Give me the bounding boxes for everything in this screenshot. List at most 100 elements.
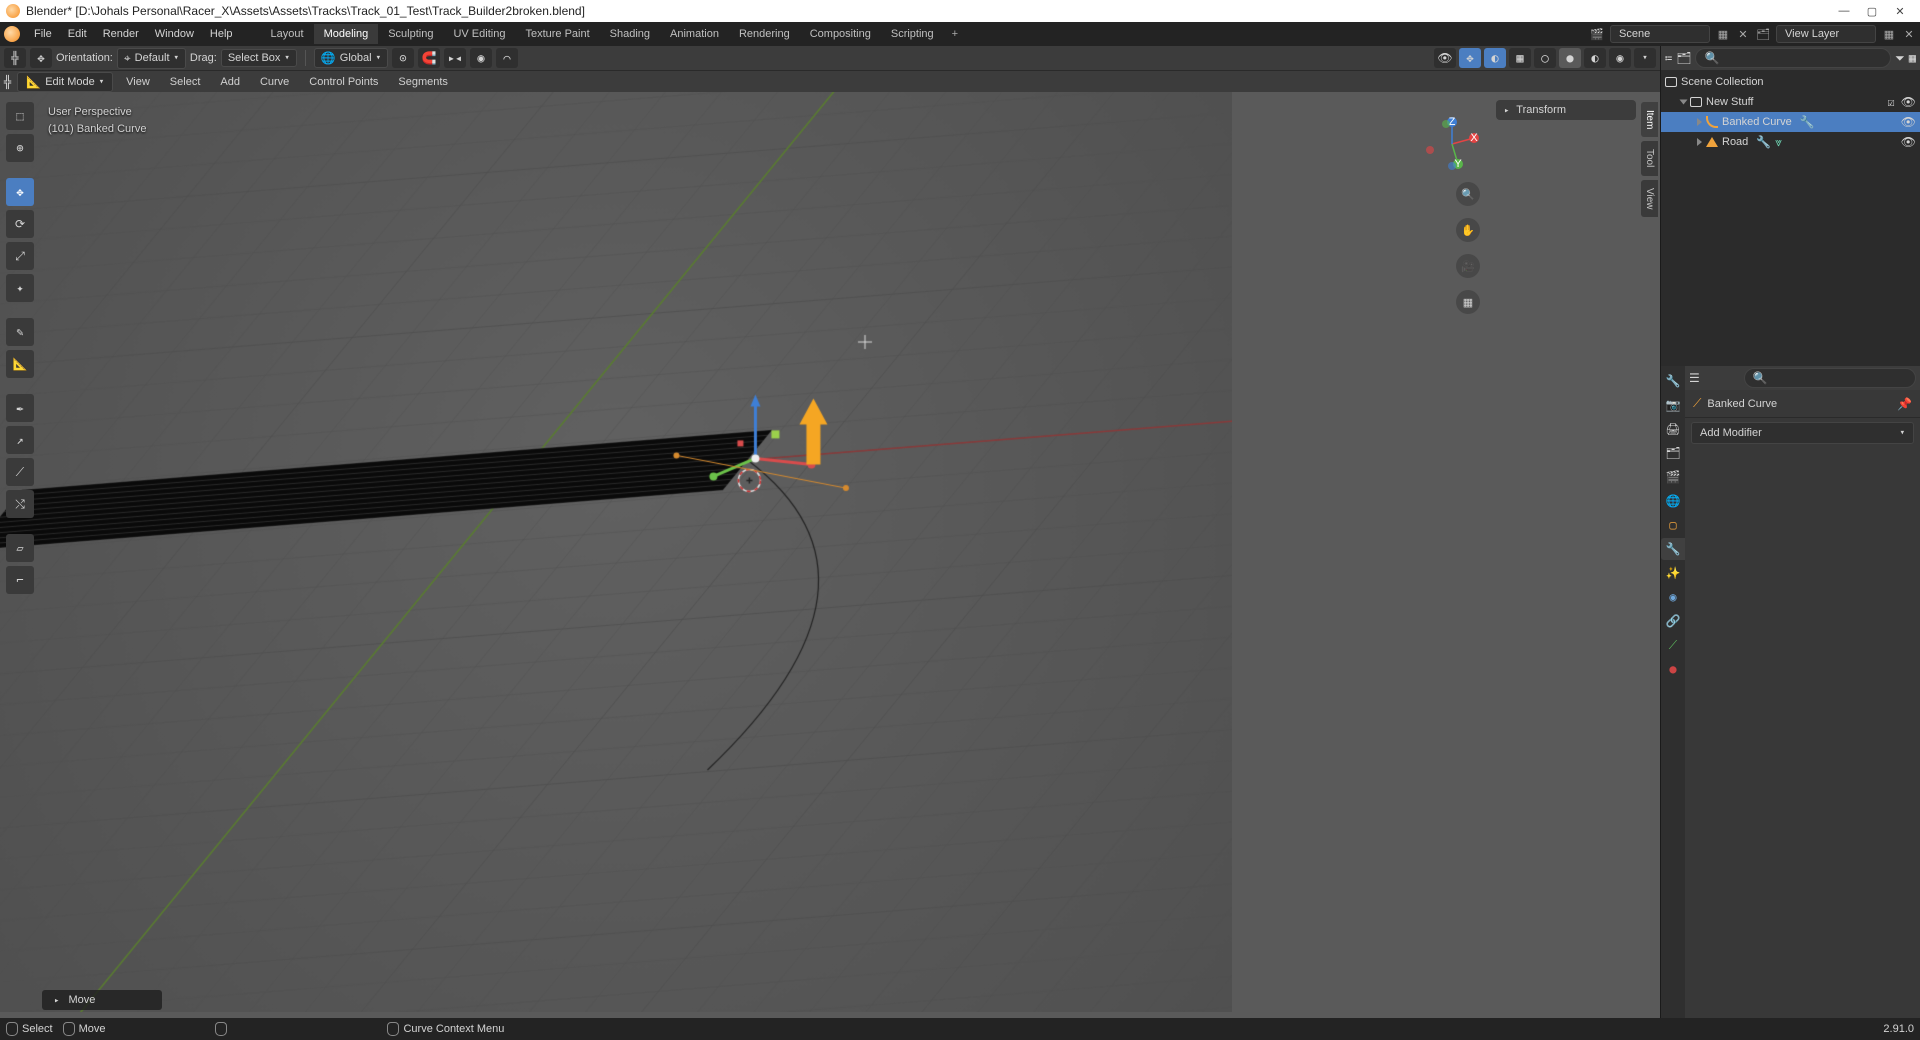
prop-tab-particles[interactable]: ✨ (1661, 562, 1685, 584)
object-row-banked-curve[interactable]: Banked Curve 🔧 👁 (1661, 112, 1920, 132)
prop-tab-scene[interactable]: 🎬 (1661, 466, 1685, 488)
curve-menu[interactable]: Curve (253, 73, 296, 91)
move-tool[interactable]: ✥ (6, 178, 34, 206)
pivot-dropdown[interactable]: ⊙ (392, 48, 414, 68)
tab-rendering[interactable]: Rendering (729, 24, 800, 44)
prop-tab-tool[interactable]: 🔧 (1661, 370, 1685, 392)
proportional-edit-toggle[interactable]: ◉ (470, 48, 492, 68)
viewlayer-delete-button[interactable]: ✕ (1902, 27, 1916, 41)
n-tab-tool[interactable]: Tool (1641, 141, 1658, 175)
scene-delete-button[interactable]: ✕ (1736, 27, 1750, 41)
select-menu[interactable]: Select (163, 73, 208, 91)
exclude-checkbox[interactable]: ☑ (1888, 95, 1895, 109)
hide-toggle[interactable]: 👁 (1901, 135, 1916, 149)
prop-tab-modifiers[interactable]: 🔧 (1661, 538, 1685, 560)
overlays-toggle[interactable]: ◐ (1484, 48, 1506, 68)
chevron-right-icon[interactable] (1697, 118, 1702, 126)
zoom-icon[interactable]: 🔍 (1456, 182, 1480, 206)
tab-layout[interactable]: Layout (261, 24, 314, 44)
camera-view-icon[interactable]: 🎥 (1456, 254, 1480, 278)
tab-sculpting[interactable]: Sculpting (378, 24, 443, 44)
scene-selector[interactable]: Scene (1610, 25, 1710, 43)
menu-help[interactable]: Help (202, 24, 241, 44)
shading-rendered[interactable]: ◉ (1609, 48, 1631, 68)
cursor-tool[interactable]: ⊕ (6, 134, 34, 162)
outliner-type-dropdown[interactable]: ≔ (1665, 51, 1672, 65)
viewlayer-selector[interactable]: View Layer (1776, 25, 1876, 43)
annotate-tool[interactable]: ✎ (6, 318, 34, 346)
chevron-right-icon[interactable] (1697, 138, 1702, 146)
tilt-tool[interactable]: ⤭ (6, 490, 34, 518)
transform-orientation-dropdown[interactable]: 🌐Global▾ (314, 48, 388, 68)
orientation-dropdown[interactable]: ⌖Default▾ (117, 48, 186, 69)
tab-modeling[interactable]: Modeling (314, 24, 379, 44)
tab-shading[interactable]: Shading (600, 24, 660, 44)
segments-menu[interactable]: Segments (391, 73, 455, 91)
scale-tool[interactable]: ⤢ (6, 242, 34, 270)
randomize-tool[interactable]: ⌐ (6, 566, 34, 594)
scene-collection-row[interactable]: Scene Collection (1661, 72, 1920, 92)
tab-animation[interactable]: Animation (660, 24, 729, 44)
menu-render[interactable]: Render (95, 24, 147, 44)
outliner-display-mode[interactable]: 🗂 (1676, 51, 1691, 65)
menu-file[interactable]: File (26, 24, 60, 44)
axis-gizmo[interactable]: X Y Z (1424, 116, 1480, 172)
window-maximize-button[interactable]: ▢ (1858, 2, 1886, 20)
extrude-tool[interactable]: ↗ (6, 426, 34, 454)
prop-tab-output[interactable]: 🖨 (1661, 418, 1685, 440)
gizmo-toggle[interactable]: ✥ (1459, 48, 1481, 68)
pan-icon[interactable]: ✋ (1456, 218, 1480, 242)
prop-tab-render[interactable]: 📷 (1661, 394, 1685, 416)
3d-viewport[interactable]: User Perspective (101) Banked Curve ⬚ ⊕ … (0, 92, 1660, 1018)
object-visibility-dropdown[interactable]: 👁 (1434, 48, 1456, 68)
last-operator-panel[interactable]: ▸ Move (42, 990, 162, 1010)
outliner-filter-button[interactable]: ⏷ (1895, 51, 1905, 66)
editor-type-icon[interactable]: ╬ (4, 75, 11, 89)
chevron-down-icon[interactable] (1680, 100, 1688, 105)
properties-search[interactable]: 🔍 (1744, 368, 1916, 388)
viewlayer-new-button[interactable]: ▦ (1882, 27, 1896, 41)
tab-texture-paint[interactable]: Texture Paint (515, 24, 599, 44)
prop-tab-world[interactable]: 🌐 (1661, 490, 1685, 512)
xray-toggle[interactable]: ▦ (1509, 48, 1531, 68)
ortho-toggle-icon[interactable]: ▦ (1456, 290, 1480, 314)
hide-toggle[interactable]: 👁 (1901, 115, 1916, 129)
prop-tab-constraints[interactable]: 🔗 (1661, 610, 1685, 632)
add-modifier-dropdown[interactable]: Add Modifier ▾ (1691, 422, 1914, 444)
n-tab-view[interactable]: View (1641, 180, 1658, 218)
transform-tool[interactable]: ✦ (6, 274, 34, 302)
shading-solid[interactable]: ● (1559, 48, 1581, 68)
outliner-new-collection[interactable]: ▦ (1909, 51, 1916, 65)
pin-icon[interactable]: 📌 (1897, 397, 1912, 411)
proportional-falloff-dropdown[interactable]: ⌒ (496, 48, 518, 68)
collection-row[interactable]: New Stuff ☑ 👁 (1661, 92, 1920, 112)
shading-dropdown[interactable]: ▾ (1634, 48, 1656, 68)
snap-type-dropdown[interactable]: ▸◂ (444, 48, 466, 68)
hide-toggle[interactable]: 👁 (1901, 95, 1916, 109)
scene-new-button[interactable]: ▦ (1716, 27, 1730, 41)
tab-compositing[interactable]: Compositing (800, 24, 881, 44)
add-menu[interactable]: Add (213, 73, 247, 91)
tab-scripting[interactable]: Scripting (881, 24, 944, 44)
prop-tab-material[interactable]: ● (1661, 658, 1685, 680)
drag-dropdown[interactable]: Select Box▾ (221, 49, 297, 67)
n-panel[interactable]: ▸ Transform (1496, 100, 1636, 120)
draw-tool[interactable]: ✒ (6, 394, 34, 422)
tab-uv-editing[interactable]: UV Editing (443, 24, 515, 44)
rotate-tool[interactable]: ⟳ (6, 210, 34, 238)
mode-dropdown[interactable]: 📐 Edit Mode ▾ (17, 72, 113, 92)
shading-wireframe[interactable]: ◯ (1534, 48, 1556, 68)
shading-matpreview[interactable]: ◐ (1584, 48, 1606, 68)
outliner-search[interactable]: 🔍 (1695, 48, 1891, 68)
control-points-menu[interactable]: Control Points (302, 73, 385, 91)
radius-tool[interactable]: ⟋ (6, 458, 34, 486)
n-tab-item[interactable]: Item (1641, 102, 1658, 137)
prop-tab-object[interactable]: ▢ (1661, 514, 1685, 536)
window-minimize-button[interactable]: — (1830, 2, 1858, 20)
prop-tab-physics[interactable]: ◉ (1661, 586, 1685, 608)
select-tool[interactable]: ⬚ (6, 102, 34, 130)
window-close-button[interactable]: ✕ (1886, 2, 1914, 20)
properties-type-dropdown[interactable]: ☰ (1689, 371, 1700, 385)
outliner-tree[interactable]: Scene Collection New Stuff ☑ 👁 (1661, 70, 1920, 366)
gizmo-orientation-icon[interactable]: ✥ (30, 48, 52, 68)
